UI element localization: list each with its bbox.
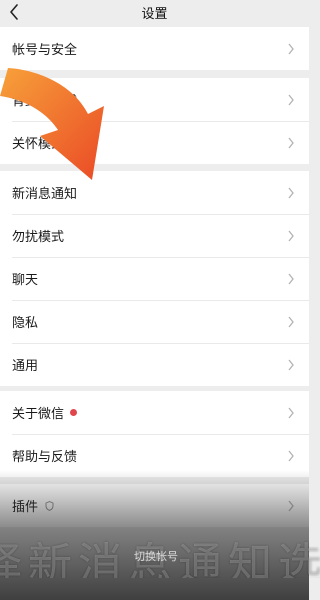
settings-item-label: 勿扰模式 <box>12 230 65 245</box>
settings-group-general: 新消息通知 勿扰模式 聊天 隐私 通用 <box>0 171 309 386</box>
settings-group-account: 帐号与安全 <box>0 27 309 70</box>
settings-item-notifications[interactable]: 新消息通知 <box>0 171 309 214</box>
settings-item-label: 青少年模式 <box>12 94 78 109</box>
settings-group-about: 关于微信 帮助与反馈 <box>0 391 309 477</box>
settings-item-privacy[interactable]: 隐私 <box>0 300 309 343</box>
settings-item-label: 通用 <box>12 359 39 374</box>
chevron-right-icon <box>288 316 294 327</box>
chevron-right-icon <box>288 94 294 105</box>
shield-icon <box>45 500 54 511</box>
chevron-right-icon <box>288 407 294 418</box>
settings-item-label: 帐号与安全 <box>12 43 78 58</box>
chevron-right-icon <box>288 450 294 461</box>
red-dot-badge <box>70 409 78 416</box>
settings-item-label: 聊天 <box>12 273 39 288</box>
settings-item-help-feedback[interactable]: 帮助与反馈 <box>0 434 309 477</box>
settings-item-label: 插件 <box>12 496 287 515</box>
settings-group-plugins: 插件 <box>0 484 309 527</box>
settings-item-care-mode[interactable]: 关怀模式 <box>0 121 309 164</box>
settings-item-label: 新消息通知 <box>12 187 78 202</box>
settings-item-label: 帮助与反馈 <box>12 450 78 465</box>
back-icon <box>10 4 18 20</box>
settings-item-text: 插件 <box>12 500 39 515</box>
settings-item-label: 隐私 <box>12 316 39 331</box>
chevron-right-icon <box>288 43 294 54</box>
settings-group-modes: 青少年模式 关怀模式 <box>0 78 309 164</box>
chevron-right-icon <box>288 359 294 370</box>
settings-item-do-not-disturb[interactable]: 勿扰模式 <box>0 214 309 257</box>
settings-item-label: 关于微信 <box>12 403 287 422</box>
back-button[interactable] <box>8 0 32 24</box>
video-caption: 择新消息通知选 <box>0 539 320 578</box>
settings-item-about-wechat[interactable]: 关于微信 <box>0 391 309 434</box>
settings-item-text: 关于微信 <box>12 407 65 422</box>
settings-item-teen-mode[interactable]: 青少年模式 <box>0 78 309 121</box>
chevron-right-icon <box>288 230 294 241</box>
page-title: 设置 <box>141 6 168 22</box>
chevron-right-icon <box>288 187 294 198</box>
settings-screen: 设置 帐号与安全 青少年模式 关怀模式 新消息通知 勿扰模式 聊天 隐私 通用 … <box>0 0 320 600</box>
settings-item-label: 关怀模式 <box>12 137 65 152</box>
chevron-right-icon <box>288 500 294 511</box>
settings-item-general[interactable]: 通用 <box>0 343 309 386</box>
chevron-right-icon <box>288 137 294 148</box>
nav-bar: 设置 <box>0 0 309 24</box>
switch-account-label[interactable]: 切换帐号 <box>126 548 186 570</box>
settings-item-account-security[interactable]: 帐号与安全 <box>0 27 309 70</box>
chevron-right-icon <box>288 273 294 284</box>
settings-item-chat[interactable]: 聊天 <box>0 257 309 300</box>
settings-item-plugins[interactable]: 插件 <box>0 484 309 527</box>
